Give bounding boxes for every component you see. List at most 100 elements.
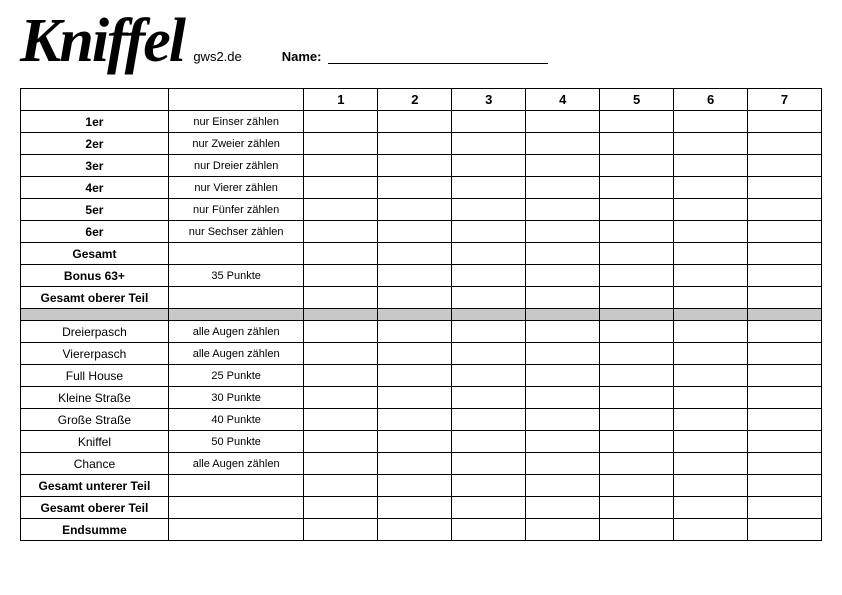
score-cell[interactable] bbox=[526, 431, 600, 453]
score-cell[interactable] bbox=[674, 497, 748, 519]
score-cell[interactable] bbox=[526, 287, 600, 309]
score-cell[interactable] bbox=[600, 475, 674, 497]
score-cell[interactable] bbox=[304, 343, 378, 365]
score-cell[interactable] bbox=[378, 133, 452, 155]
score-cell[interactable] bbox=[674, 365, 748, 387]
score-cell[interactable] bbox=[304, 287, 378, 309]
score-cell[interactable] bbox=[600, 199, 674, 221]
score-cell[interactable] bbox=[674, 321, 748, 343]
score-cell[interactable] bbox=[452, 519, 526, 541]
score-cell[interactable] bbox=[674, 133, 748, 155]
score-cell[interactable] bbox=[600, 243, 674, 265]
score-cell[interactable] bbox=[674, 243, 748, 265]
score-cell[interactable] bbox=[452, 431, 526, 453]
score-cell[interactable] bbox=[748, 497, 822, 519]
score-cell[interactable] bbox=[378, 111, 452, 133]
score-cell[interactable] bbox=[674, 111, 748, 133]
score-cell[interactable] bbox=[452, 199, 526, 221]
score-cell[interactable] bbox=[378, 453, 452, 475]
score-cell[interactable] bbox=[304, 133, 378, 155]
score-cell[interactable] bbox=[378, 409, 452, 431]
score-cell[interactable] bbox=[378, 287, 452, 309]
score-cell[interactable] bbox=[452, 133, 526, 155]
score-cell[interactable] bbox=[748, 409, 822, 431]
score-cell[interactable] bbox=[748, 199, 822, 221]
score-cell[interactable] bbox=[526, 343, 600, 365]
score-cell[interactable] bbox=[304, 265, 378, 287]
score-cell[interactable] bbox=[526, 475, 600, 497]
score-cell[interactable] bbox=[748, 265, 822, 287]
score-cell[interactable] bbox=[526, 177, 600, 199]
score-cell[interactable] bbox=[674, 221, 748, 243]
score-cell[interactable] bbox=[600, 497, 674, 519]
score-cell[interactable] bbox=[600, 453, 674, 475]
score-cell[interactable] bbox=[600, 265, 674, 287]
score-cell[interactable] bbox=[748, 321, 822, 343]
score-cell[interactable] bbox=[600, 343, 674, 365]
score-cell[interactable] bbox=[748, 111, 822, 133]
score-cell[interactable] bbox=[674, 475, 748, 497]
score-cell[interactable] bbox=[600, 111, 674, 133]
score-cell[interactable] bbox=[674, 177, 748, 199]
score-cell[interactable] bbox=[674, 519, 748, 541]
score-cell[interactable] bbox=[748, 365, 822, 387]
score-cell[interactable] bbox=[378, 431, 452, 453]
score-cell[interactable] bbox=[526, 265, 600, 287]
name-input-line[interactable] bbox=[328, 48, 548, 64]
score-cell[interactable] bbox=[304, 111, 378, 133]
score-cell[interactable] bbox=[600, 321, 674, 343]
score-cell[interactable] bbox=[452, 409, 526, 431]
score-cell[interactable] bbox=[378, 177, 452, 199]
score-cell[interactable] bbox=[600, 155, 674, 177]
score-cell[interactable] bbox=[378, 519, 452, 541]
score-cell[interactable] bbox=[526, 133, 600, 155]
score-cell[interactable] bbox=[304, 409, 378, 431]
score-cell[interactable] bbox=[378, 365, 452, 387]
score-cell[interactable] bbox=[304, 453, 378, 475]
score-cell[interactable] bbox=[452, 287, 526, 309]
score-cell[interactable] bbox=[526, 497, 600, 519]
score-cell[interactable] bbox=[304, 221, 378, 243]
score-cell[interactable] bbox=[526, 221, 600, 243]
score-cell[interactable] bbox=[452, 111, 526, 133]
score-cell[interactable] bbox=[748, 177, 822, 199]
score-cell[interactable] bbox=[526, 243, 600, 265]
score-cell[interactable] bbox=[304, 321, 378, 343]
score-cell[interactable] bbox=[378, 265, 452, 287]
score-cell[interactable] bbox=[526, 519, 600, 541]
score-cell[interactable] bbox=[378, 321, 452, 343]
score-cell[interactable] bbox=[674, 287, 748, 309]
score-cell[interactable] bbox=[452, 243, 526, 265]
score-cell[interactable] bbox=[674, 387, 748, 409]
score-cell[interactable] bbox=[526, 409, 600, 431]
score-cell[interactable] bbox=[748, 221, 822, 243]
score-cell[interactable] bbox=[378, 221, 452, 243]
score-cell[interactable] bbox=[452, 177, 526, 199]
score-cell[interactable] bbox=[600, 387, 674, 409]
score-cell[interactable] bbox=[674, 343, 748, 365]
score-cell[interactable] bbox=[378, 199, 452, 221]
score-cell[interactable] bbox=[304, 387, 378, 409]
score-cell[interactable] bbox=[378, 497, 452, 519]
score-cell[interactable] bbox=[452, 221, 526, 243]
score-cell[interactable] bbox=[674, 265, 748, 287]
score-cell[interactable] bbox=[748, 519, 822, 541]
score-cell[interactable] bbox=[378, 243, 452, 265]
score-cell[interactable] bbox=[600, 133, 674, 155]
score-cell[interactable] bbox=[378, 155, 452, 177]
score-cell[interactable] bbox=[304, 431, 378, 453]
score-cell[interactable] bbox=[748, 243, 822, 265]
score-cell[interactable] bbox=[452, 321, 526, 343]
score-cell[interactable] bbox=[526, 453, 600, 475]
score-cell[interactable] bbox=[600, 221, 674, 243]
score-cell[interactable] bbox=[304, 243, 378, 265]
score-cell[interactable] bbox=[526, 365, 600, 387]
score-cell[interactable] bbox=[748, 431, 822, 453]
score-cell[interactable] bbox=[452, 365, 526, 387]
score-cell[interactable] bbox=[304, 519, 378, 541]
score-cell[interactable] bbox=[452, 453, 526, 475]
score-cell[interactable] bbox=[452, 265, 526, 287]
score-cell[interactable] bbox=[674, 409, 748, 431]
score-cell[interactable] bbox=[748, 387, 822, 409]
score-cell[interactable] bbox=[748, 133, 822, 155]
